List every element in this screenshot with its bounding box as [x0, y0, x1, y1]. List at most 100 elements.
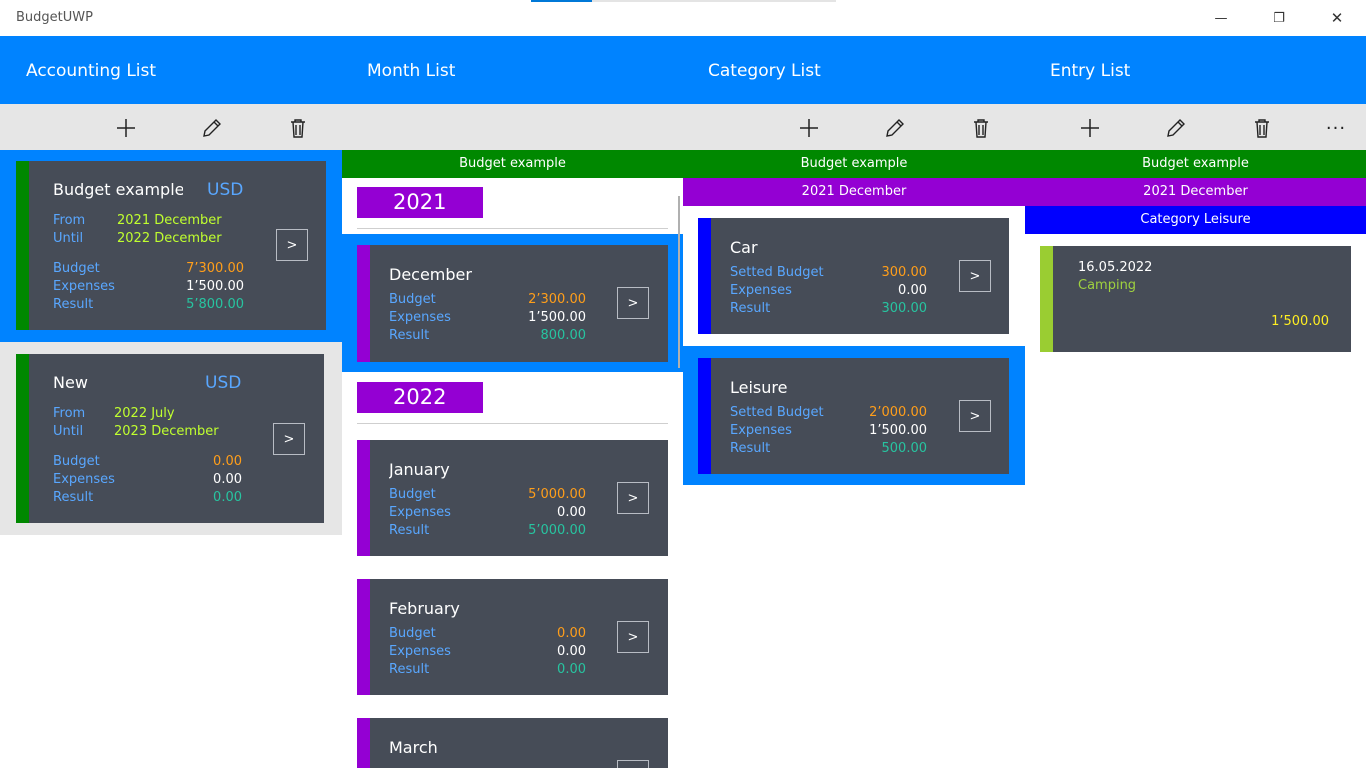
category-list: Budget example 2021 December Car Setted …	[683, 150, 1025, 768]
trash-icon	[974, 119, 988, 138]
edit-account-button[interactable]	[194, 112, 230, 144]
expenses-value: 1’500.00	[186, 279, 244, 294]
add-entry-button[interactable]	[1072, 112, 1108, 144]
budget-value: 2’000.00	[869, 405, 927, 420]
add-category-button[interactable]	[791, 112, 827, 144]
restore-button[interactable]: ❐	[1256, 0, 1302, 36]
month-context-budget: Budget example	[342, 150, 683, 178]
expenses-label: Expenses	[389, 310, 451, 325]
month-name: March	[389, 738, 438, 757]
result-value: 800.00	[540, 328, 587, 343]
month-name: December	[389, 265, 472, 284]
month-card[interactable]: December Budget 2’300.00 Expenses 1’500.…	[357, 245, 668, 362]
expenses-value: 0.00	[898, 283, 927, 298]
budget-label: Budget	[389, 292, 436, 307]
entry-color-stripe	[1040, 246, 1053, 352]
loading-indicator-fill	[531, 0, 592, 2]
month-name: January	[389, 460, 450, 479]
budget-label: Budget	[389, 626, 436, 641]
result-label: Result	[53, 297, 94, 312]
budget-value: 0.00	[213, 454, 242, 469]
entry-date: 16.05.2022	[1078, 260, 1153, 275]
account-currency: USD	[205, 373, 242, 393]
open-month-button[interactable]: >	[617, 482, 649, 514]
result-value: 5’000.00	[528, 523, 586, 538]
accounting-list-title: Accounting List	[26, 61, 157, 81]
month-card[interactable]: March	[357, 718, 668, 768]
result-label: Result	[389, 523, 430, 538]
entry-amount: 1’500.00	[1271, 314, 1329, 329]
accounting-list: Budget example USD From 2021 December Un…	[0, 150, 342, 768]
year-header: 2021	[357, 187, 483, 218]
result-label: Result	[53, 490, 94, 505]
account-color-stripe	[16, 161, 29, 330]
title-bar: BudgetUWP — ❐ ✕	[0, 0, 1366, 36]
result-label: Result	[730, 441, 771, 456]
budget-label: Budget	[53, 454, 100, 469]
open-account-button[interactable]: >	[276, 229, 308, 261]
category-context-budget: Budget example	[683, 150, 1025, 178]
until-value: 2022 December	[117, 231, 222, 246]
result-label: Result	[389, 662, 430, 677]
open-month-button[interactable]: >	[617, 621, 649, 653]
from-label: From	[53, 213, 86, 228]
month-card[interactable]: January Budget 5’000.00 Expenses 0.00 Re…	[357, 440, 668, 556]
expenses-value: 0.00	[557, 644, 586, 659]
account-card[interactable]: Budget example USD From 2021 December Un…	[16, 161, 326, 330]
category-card[interactable]: Leisure Setted Budget 2’000.00 Expenses …	[698, 358, 1009, 474]
open-month-button[interactable]	[617, 760, 649, 768]
add-account-button[interactable]	[108, 112, 144, 144]
category-color-stripe	[698, 358, 711, 474]
entry-description: Camping	[1078, 278, 1137, 293]
app-title: BudgetUWP	[16, 10, 93, 25]
edit-category-button[interactable]	[877, 112, 913, 144]
open-category-button[interactable]: >	[959, 400, 991, 432]
result-value: 0.00	[557, 662, 586, 677]
delete-entry-button[interactable]	[1244, 112, 1280, 144]
from-value: 2022 July	[114, 406, 175, 421]
budget-label: Budget	[53, 261, 100, 276]
close-button[interactable]: ✕	[1314, 0, 1360, 36]
result-value: 500.00	[881, 441, 928, 456]
month-card[interactable]: February Budget 0.00 Expenses 0.00 Resul…	[357, 579, 668, 695]
expenses-label: Expenses	[53, 279, 115, 294]
entry-card[interactable]: 16.05.2022 Camping 1’500.00	[1040, 246, 1351, 352]
budget-value: 2’300.00	[528, 292, 586, 307]
month-color-stripe	[357, 718, 370, 768]
more-options-button[interactable]: ···	[1318, 112, 1354, 144]
command-bar: ···	[0, 104, 1366, 150]
entry-context-category: Category Leisure	[1025, 206, 1366, 234]
expenses-value: 0.00	[557, 505, 586, 520]
month-list-title: Month List	[367, 61, 456, 81]
budget-value: 7’300.00	[186, 261, 244, 276]
category-color-stripe	[698, 218, 711, 334]
plus-icon	[1081, 119, 1099, 137]
until-value: 2023 December	[114, 424, 219, 439]
pencil-icon	[1167, 119, 1185, 137]
expenses-label: Expenses	[730, 423, 792, 438]
month-color-stripe	[357, 245, 370, 362]
year-divider	[357, 423, 668, 424]
open-category-button[interactable]: >	[959, 260, 991, 292]
column-header-bar: Accounting List Month List Category List…	[0, 36, 1366, 104]
budget-label: Budget	[389, 487, 436, 502]
open-account-button[interactable]: >	[273, 423, 305, 455]
expenses-label: Expenses	[730, 283, 792, 298]
account-card[interactable]: New USD From 2022 July Until 2023 Decemb…	[16, 354, 324, 523]
result-label: Result	[389, 328, 430, 343]
entry-list-title: Entry List	[1050, 61, 1131, 81]
category-context-month: 2021 December	[683, 178, 1025, 206]
expenses-label: Expenses	[53, 472, 115, 487]
account-name: New	[53, 373, 88, 392]
month-name: February	[389, 599, 460, 618]
month-list-scrollbar[interactable]	[678, 196, 680, 368]
delete-category-button[interactable]	[963, 112, 999, 144]
minimize-button[interactable]: —	[1198, 0, 1244, 36]
edit-entry-button[interactable]	[1158, 112, 1194, 144]
delete-account-button[interactable]	[280, 112, 316, 144]
from-value: 2021 December	[117, 213, 222, 228]
category-card[interactable]: Car Setted Budget 300.00 Expenses 0.00 R…	[698, 218, 1009, 334]
loading-indicator	[531, 0, 836, 2]
open-month-button[interactable]: >	[617, 287, 649, 319]
plus-icon	[800, 119, 818, 137]
